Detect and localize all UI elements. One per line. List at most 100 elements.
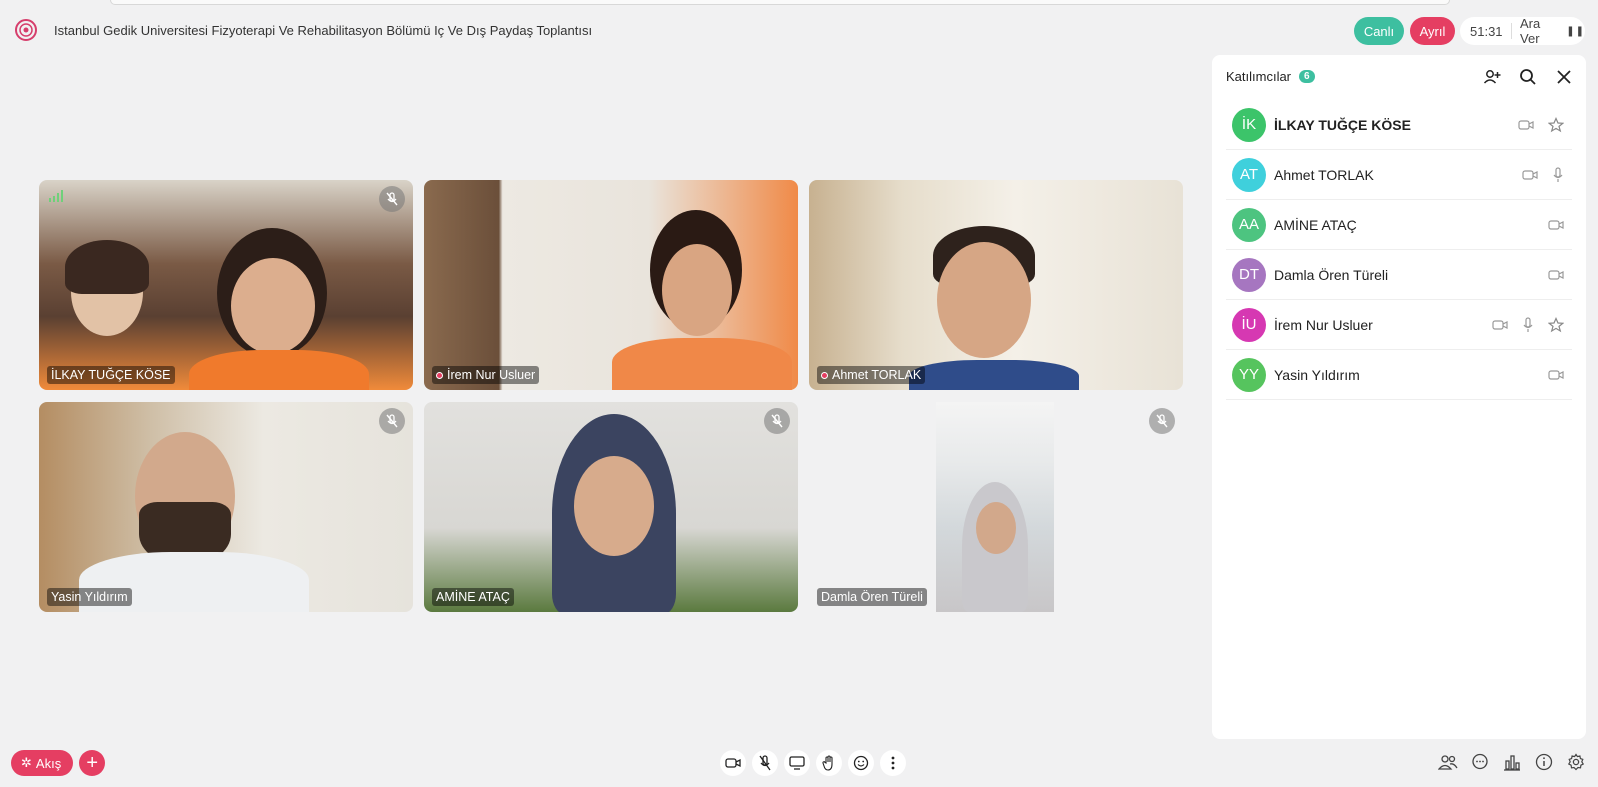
close-icon[interactable] xyxy=(1554,67,1574,87)
camera-icon xyxy=(1548,219,1564,230)
sparkle-icon: ✲ xyxy=(21,755,32,770)
search-icon[interactable] xyxy=(1518,67,1538,87)
participant-name: Damla Ören Türeli xyxy=(1274,266,1389,283)
participants-icon[interactable] xyxy=(1438,752,1458,772)
bottom-right-actions xyxy=(1438,752,1586,772)
meeting-timer: 51:31 xyxy=(1470,23,1503,39)
participant-face xyxy=(231,258,315,354)
avatar: AT xyxy=(1232,157,1266,192)
stats-icon[interactable] xyxy=(1502,752,1522,772)
participant-row[interactable]: DT Damla Ören Türeli xyxy=(1226,250,1572,300)
participant-status-icons xyxy=(1522,166,1564,183)
avatar: İK xyxy=(1232,107,1266,142)
participant-name: Yasin Yıldırım xyxy=(1274,366,1360,383)
participant-row[interactable]: İK İLKAY TUĞÇE KÖSE xyxy=(1226,100,1572,150)
video-name-text: Damla Ören Türeli xyxy=(821,590,923,604)
camera-icon xyxy=(725,758,741,768)
timer-break-control[interactable]: 51:31 Ara Ver ❚❚ xyxy=(1460,16,1585,46)
video-name-text: AMİNE ATAÇ xyxy=(436,590,510,604)
settings-gear-icon[interactable] xyxy=(1566,752,1586,772)
video-name-label: Ahmet TORLAK xyxy=(817,366,926,384)
break-button-label: Ara Ver xyxy=(1520,16,1541,46)
speaking-indicator-icon xyxy=(821,371,828,379)
avatar: YY xyxy=(1232,357,1266,392)
participant-face xyxy=(574,456,654,556)
info-icon[interactable] xyxy=(1534,752,1554,772)
participant-count-badge: 6 xyxy=(1299,70,1315,83)
more-options-button[interactable] xyxy=(880,750,906,776)
participant-hair xyxy=(65,240,149,294)
participant-name: Ahmet TORLAK xyxy=(1274,166,1374,183)
camera-toggle-button[interactable] xyxy=(720,750,746,776)
participant-status-icons xyxy=(1518,116,1564,133)
participant-body xyxy=(189,350,369,390)
bottom-left-actions: ✲ Akış + xyxy=(11,750,106,776)
university-logo-icon xyxy=(14,18,38,42)
participant-row[interactable]: AT Ahmet TORLAK xyxy=(1226,150,1572,200)
add-button[interactable]: + xyxy=(79,750,106,776)
live-badge[interactable]: Canlı xyxy=(1354,17,1404,45)
video-tile[interactable]: İrem Nur Usluer xyxy=(424,180,798,390)
raise-hand-button[interactable] xyxy=(816,750,842,776)
signal-strength-icon xyxy=(49,190,63,202)
participant-row[interactable]: AA AMİNE ATAÇ xyxy=(1226,200,1572,250)
video-tile[interactable]: Damla Ören Türeli xyxy=(809,402,1183,612)
participant-status-icons xyxy=(1492,316,1564,333)
participant-body xyxy=(909,360,1079,390)
flow-button[interactable]: ✲ Akış xyxy=(11,750,74,776)
camera-icon xyxy=(1548,369,1564,380)
video-name-text: İrem Nur Usluer xyxy=(447,368,536,382)
flow-button-label: Akış xyxy=(35,755,62,771)
avatar: İU xyxy=(1232,307,1266,342)
participant-row[interactable]: YY Yasin Yıldırım xyxy=(1226,350,1572,400)
avatar: AA xyxy=(1232,207,1266,242)
mic-muted-icon xyxy=(759,755,771,771)
top-scroll-indicator xyxy=(110,0,1450,5)
participant-row[interactable]: İU İrem Nur Usluer xyxy=(1226,300,1572,350)
mic-muted-icon xyxy=(379,186,405,212)
star-icon[interactable] xyxy=(1548,116,1564,133)
video-name-label: Damla Ören Türeli xyxy=(817,588,927,606)
meeting-controls xyxy=(720,750,906,776)
participant-name: İLKAY TUĞÇE KÖSE xyxy=(1274,116,1411,133)
speaking-indicator-icon xyxy=(436,371,443,379)
mic-toggle-button[interactable] xyxy=(752,750,778,776)
add-user-icon[interactable] xyxy=(1482,67,1502,87)
video-tile[interactable]: Ahmet TORLAK xyxy=(809,180,1183,390)
participant-name: İrem Nur Usluer xyxy=(1274,316,1373,333)
divider xyxy=(1511,23,1513,39)
panel-header: Katılımcılar 6 xyxy=(1226,69,1315,84)
video-tile[interactable]: Yasin Yıldırım xyxy=(39,402,413,612)
portrait-video-feed xyxy=(936,402,1054,612)
video-tile[interactable]: AMİNE ATAÇ xyxy=(424,402,798,612)
camera-icon xyxy=(1548,269,1564,280)
hand-icon xyxy=(822,755,833,771)
screen-share-button[interactable] xyxy=(784,750,810,776)
pause-icon: ❚❚ xyxy=(1566,25,1585,37)
top-bar: Istanbul Gedik Universitesi Fizyoterapi … xyxy=(0,14,1598,48)
camera-icon xyxy=(1522,169,1538,180)
mic-muted-icon xyxy=(379,408,405,434)
participant-body xyxy=(612,338,792,390)
star-icon[interactable] xyxy=(1548,316,1564,333)
panel-actions xyxy=(1482,67,1574,87)
mic-muted-icon xyxy=(764,408,790,434)
leave-button[interactable]: Ayrıl xyxy=(1410,17,1455,45)
video-name-text: Ahmet TORLAK xyxy=(832,368,922,382)
participant-status-icons xyxy=(1548,369,1564,381)
camera-off-icon xyxy=(1518,119,1534,130)
microphone-icon xyxy=(1553,166,1563,182)
video-name-label: İrem Nur Usluer xyxy=(432,366,540,384)
camera-icon xyxy=(1492,319,1508,330)
reactions-button[interactable] xyxy=(848,750,874,776)
video-tile[interactable]: İLKAY TUĞÇE KÖSE xyxy=(39,180,413,390)
participant-status-icons xyxy=(1548,269,1564,281)
video-name-text: Yasin Yıldırım xyxy=(51,590,128,604)
video-name-label: İLKAY TUĞÇE KÖSE xyxy=(47,366,175,384)
screen-share-icon xyxy=(789,756,805,770)
emoji-icon xyxy=(853,755,869,771)
video-name-label: Yasin Yıldırım xyxy=(47,588,132,606)
participant-face xyxy=(937,242,1031,358)
participant-status-icons xyxy=(1548,219,1564,231)
chat-icon[interactable] xyxy=(1470,752,1490,772)
